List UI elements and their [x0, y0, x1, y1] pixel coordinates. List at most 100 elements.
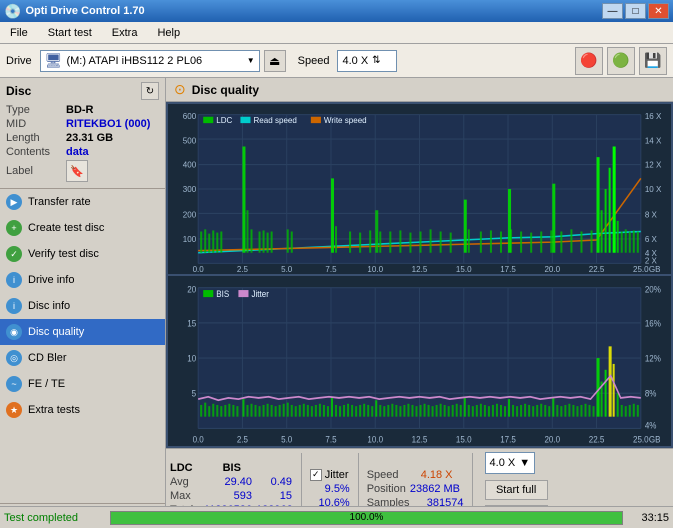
avg-bis-value: 0.49 — [256, 476, 292, 488]
nav-disc-quality-label: Disc quality — [28, 326, 84, 338]
toolbar: Drive 🖥 (M:) ATAPI iHBS112 2 PL06 ▼ ⏏ Sp… — [0, 44, 673, 78]
create-test-disc-icon: + — [6, 220, 22, 236]
progress-text: 100.0% — [111, 512, 622, 524]
svg-text:BIS: BIS — [216, 289, 229, 300]
disc-info-icon: i — [6, 298, 22, 314]
bottom-bar: Test completed 100.0% 33:15 — [0, 506, 673, 528]
fe-te-icon: ~ — [6, 376, 22, 392]
position-label: Position — [367, 483, 406, 495]
avg-jitter-value: 9.5% — [310, 483, 350, 495]
disc-label-label: Label — [6, 165, 66, 177]
window-controls: — □ ✕ — [602, 3, 669, 19]
speed-value: 4.0 X — [342, 55, 368, 67]
svg-text:4%: 4% — [645, 420, 657, 431]
svg-text:12.5: 12.5 — [412, 434, 428, 445]
max-bis-value: 15 — [256, 490, 292, 502]
menu-file[interactable]: File — [4, 25, 34, 41]
svg-text:6 X: 6 X — [645, 235, 658, 244]
nav-disc-info[interactable]: i Disc info — [0, 293, 165, 319]
cd-bler-icon: ◎ — [6, 350, 22, 366]
nav-fe-te[interactable]: ~ FE / TE — [0, 371, 165, 397]
svg-text:0.0: 0.0 — [193, 265, 205, 274]
bis-header: BIS — [223, 462, 241, 474]
disc-contents-label: Contents — [6, 146, 66, 158]
svg-text:22.5: 22.5 — [589, 434, 605, 445]
svg-text:10 X: 10 X — [645, 185, 662, 194]
drive-dropdown-arrow: ▼ — [247, 56, 255, 65]
svg-text:2.5: 2.5 — [237, 265, 249, 274]
close-button[interactable]: ✕ — [648, 3, 669, 19]
disc-length-label: Length — [6, 132, 66, 144]
jitter-checkbox[interactable]: ✓ — [310, 469, 322, 481]
nav-transfer-rate-label: Transfer rate — [28, 196, 91, 208]
menu-extra[interactable]: Extra — [106, 25, 144, 41]
toolbar-btn-1[interactable]: 🔴 — [575, 47, 603, 75]
nav-verify-test-disc-label: Verify test disc — [28, 248, 99, 260]
svg-text:2 X: 2 X — [645, 256, 658, 265]
menu-start-test[interactable]: Start test — [42, 25, 98, 41]
svg-text:15.0: 15.0 — [456, 434, 472, 445]
nav-items: ▶ Transfer rate + Create test disc ✓ Ver… — [0, 189, 165, 503]
chart-title: Disc quality — [192, 83, 259, 97]
svg-text:Jitter: Jitter — [251, 289, 268, 300]
nav-drive-info-label: Drive info — [28, 274, 74, 286]
minimize-button[interactable]: — — [602, 3, 623, 19]
svg-text:Read speed: Read speed — [254, 116, 298, 125]
svg-text:200: 200 — [183, 210, 197, 219]
svg-text:10.0: 10.0 — [367, 434, 383, 445]
svg-text:17.5: 17.5 — [500, 265, 516, 274]
svg-text:400: 400 — [183, 161, 197, 170]
svg-text:GB: GB — [649, 434, 661, 445]
menu-help[interactable]: Help — [151, 25, 186, 41]
main-layout: Disc ↻ Type BD-R MID RITEKBO1 (000) Leng… — [0, 78, 673, 528]
svg-text:5.0: 5.0 — [281, 434, 292, 445]
svg-text:25.0: 25.0 — [633, 265, 649, 274]
svg-text:20%: 20% — [645, 284, 661, 295]
start-full-button[interactable]: Start full — [485, 480, 548, 500]
nav-verify-test-disc[interactable]: ✓ Verify test disc — [0, 241, 165, 267]
max-label: Max — [170, 490, 198, 502]
chart-title-bar: ⊙ Disc quality — [166, 78, 673, 102]
svg-text:0.0: 0.0 — [193, 434, 204, 445]
nav-create-test-disc[interactable]: + Create test disc — [0, 215, 165, 241]
maximize-button[interactable]: □ — [625, 3, 646, 19]
svg-text:15: 15 — [187, 318, 196, 329]
speed-selector[interactable]: 4.0 X ⇅ — [337, 50, 397, 72]
svg-text:10: 10 — [187, 353, 196, 364]
avg-label: Avg — [170, 476, 198, 488]
chart-title-icon: ⊙ — [174, 81, 186, 98]
eject-button[interactable]: ⏏ — [264, 50, 286, 72]
content-area: ⊙ Disc quality — [166, 78, 673, 528]
speed-arrows: ⇅ — [372, 55, 380, 66]
disc-quality-icon: ◉ — [6, 324, 22, 340]
extra-tests-icon: ★ — [6, 402, 22, 418]
drive-selector[interactable]: 🖥 (M:) ATAPI iHBS112 2 PL06 ▼ — [40, 50, 260, 72]
nav-cd-bler[interactable]: ◎ CD Bler — [0, 345, 165, 371]
svg-text:8%: 8% — [645, 388, 657, 399]
jitter-label: Jitter — [325, 469, 349, 481]
stats-speed-value: 4.0 X — [490, 457, 516, 469]
svg-text:7.5: 7.5 — [325, 265, 337, 274]
stats-speed-selector[interactable]: 4.0 X ▼ — [485, 452, 536, 474]
avg-ldc-value: 29.40 — [202, 476, 252, 488]
toolbar-btn-2[interactable]: 🟢 — [607, 47, 635, 75]
nav-extra-tests[interactable]: ★ Extra tests — [0, 397, 165, 423]
toolbar-btn-3[interactable]: 💾 — [639, 47, 667, 75]
svg-text:600: 600 — [183, 112, 197, 121]
charts-container: 600 500 400 300 200 100 0.0 2.5 5.0 7.5 … — [166, 102, 673, 448]
svg-text:12%: 12% — [645, 353, 661, 364]
speed-label: Speed — [298, 55, 330, 67]
disc-refresh-button[interactable]: ↻ — [141, 82, 159, 100]
drive-info-icon: i — [6, 272, 22, 288]
disc-label-icon-button[interactable]: 🔖 — [66, 160, 88, 182]
svg-text:300: 300 — [183, 185, 197, 194]
ldc-header: LDC — [170, 462, 193, 474]
nav-extra-tests-label: Extra tests — [28, 404, 80, 416]
svg-text:15.0: 15.0 — [456, 265, 472, 274]
nav-disc-quality[interactable]: ◉ Disc quality — [0, 319, 165, 345]
nav-transfer-rate[interactable]: ▶ Transfer rate — [0, 189, 165, 215]
svg-text:20.0: 20.0 — [544, 265, 560, 274]
nav-drive-info[interactable]: i Drive info — [0, 267, 165, 293]
lower-chart: 20 15 10 5 0.0 2.5 5.0 7.5 10.0 12.5 15.… — [168, 276, 671, 446]
disc-panel: Disc ↻ Type BD-R MID RITEKBO1 (000) Leng… — [0, 78, 165, 189]
